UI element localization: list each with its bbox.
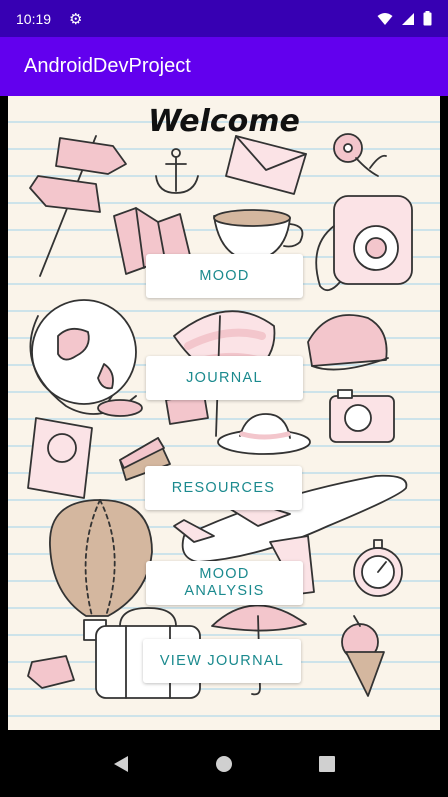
envelope-icon (225, 135, 307, 195)
signal-icon (402, 12, 414, 25)
instant-camera-icon (315, 195, 413, 292)
status-time: 10:19 (16, 10, 52, 27)
battery-icon (423, 11, 432, 26)
gear-icon: ⚙ (69, 10, 83, 28)
flower-icon (333, 133, 387, 177)
main-content: Welcome MOOD JOURNAL RESOURCES MOOD ANAL… (8, 96, 440, 730)
globe-icon (29, 299, 143, 417)
cap-icon (307, 314, 389, 371)
sunhat-icon (217, 413, 311, 455)
status-icons (377, 11, 432, 26)
ice-cream-icon (341, 615, 385, 697)
signpost-icon (29, 135, 127, 277)
mood-analysis-button[interactable]: MOOD ANALYSIS (146, 561, 303, 605)
luggage-tag-icon (27, 655, 75, 689)
status-bar: 10:19 ⚙ (0, 0, 448, 37)
recents-icon[interactable] (307, 744, 347, 784)
welcome-heading: Welcome (148, 104, 300, 139)
back-icon[interactable] (101, 744, 141, 784)
app-bar: AndroidDevProject (0, 37, 448, 96)
view-journal-button[interactable]: VIEW JOURNAL (143, 639, 301, 683)
resources-button[interactable]: RESOURCES (145, 466, 302, 510)
navigation-bar (0, 730, 448, 797)
doodle-background (27, 133, 413, 699)
home-icon[interactable] (204, 744, 244, 784)
hot-air-balloon-icon (49, 499, 153, 641)
wifi-icon (377, 12, 393, 25)
stopwatch-icon (353, 539, 403, 597)
app-title: AndroidDevProject (24, 55, 191, 77)
journal-button[interactable]: JOURNAL (146, 356, 303, 400)
camera-icon (329, 389, 395, 443)
anchor-icon (155, 148, 199, 194)
passport-icon (27, 417, 93, 499)
mood-button[interactable]: MOOD (146, 254, 303, 298)
